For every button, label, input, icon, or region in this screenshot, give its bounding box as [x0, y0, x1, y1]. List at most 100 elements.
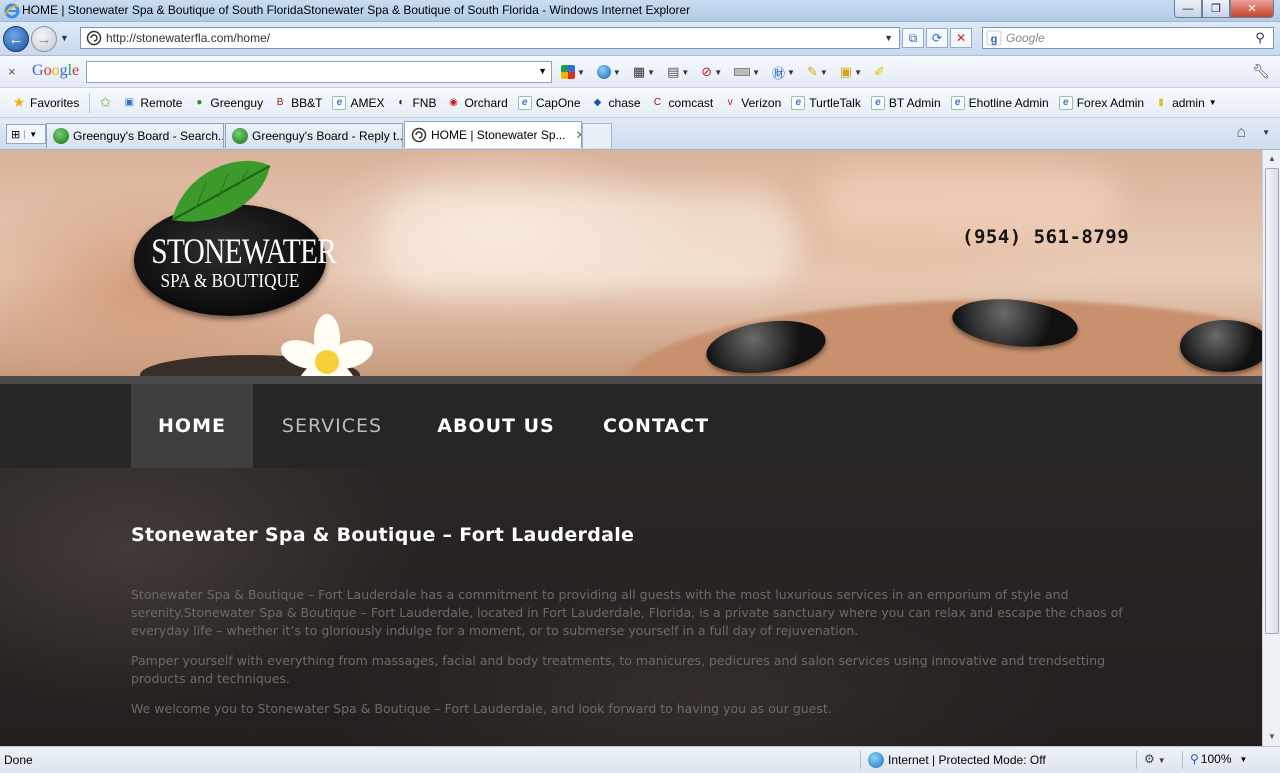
scrollbar-thumb[interactable]: [1265, 168, 1279, 634]
address-toolbar: ← → ▼ http://stonewaterfla.com/home/ ▼ ⧉…: [0, 22, 1280, 56]
google-logo[interactable]: Google: [32, 62, 79, 80]
close-window-button[interactable]: ✕: [1230, 0, 1274, 18]
bookmarks-button[interactable]: ▣ ▼: [837, 61, 865, 83]
forward-arrow-icon: →: [36, 30, 52, 48]
window-title: HOME | Stonewater Spa & Boutique of Sout…: [22, 3, 691, 17]
favorite-link-orchard[interactable]: ◉ Orchard: [442, 96, 513, 110]
wrench-settings-icon[interactable]: 🔧︎: [1252, 63, 1270, 80]
orchard-icon: ◉: [449, 97, 458, 108]
stop-button[interactable]: ✕: [950, 28, 972, 48]
google-search-dropdown-icon[interactable]: ▼: [538, 66, 547, 76]
page-tool-icon: ▤: [667, 64, 680, 79]
ie-page-icon: e: [791, 95, 806, 110]
search-placeholder[interactable]: Google: [1006, 31, 1247, 45]
address-dropdown-icon[interactable]: ▼: [884, 33, 893, 43]
status-text: Done: [4, 753, 33, 767]
address-bar[interactable]: http://stonewaterfla.com/home/ ▼: [80, 27, 900, 49]
ie-page-icon: e: [870, 95, 885, 110]
favorite-link-admin[interactable]: ▮ admin ▼: [1150, 96, 1223, 110]
back-button[interactable]: ←: [3, 26, 29, 52]
favorite-link-greenguy[interactable]: ● Greenguy: [188, 96, 269, 110]
svg-text:g: g: [991, 34, 998, 46]
recent-pages-dropdown[interactable]: ▼: [60, 33, 69, 43]
compatibility-icon: ⧉: [908, 30, 918, 45]
google-search-input[interactable]: ▼: [86, 61, 552, 83]
tab-greenguy-reply[interactable]: Greenguy's Board - Reply t...: [225, 123, 403, 148]
autofill-button[interactable]: ▼: [731, 61, 763, 83]
intro-paragraph: Stonewater Spa & Boutique – Fort Lauderd…: [131, 587, 1123, 638]
grid-tool-button[interactable]: ▦ ▼: [630, 61, 658, 83]
minimize-button[interactable]: —: [1174, 0, 1202, 18]
favorite-link-capone[interactable]: e CapOne: [514, 95, 587, 110]
highlighter-button[interactable]: ✐: [871, 61, 888, 83]
page-icon: [86, 30, 102, 46]
translate-icon: ㊖: [772, 65, 786, 81]
scroll-up-arrow-icon[interactable]: ▲: [1264, 151, 1280, 167]
page-tool-button[interactable]: ▤ ▼: [664, 61, 692, 83]
forward-button[interactable]: →: [31, 26, 57, 52]
comcast-icon: C: [653, 97, 662, 108]
scroll-down-arrow-icon[interactable]: ▼: [1264, 729, 1280, 745]
nav-about-us[interactable]: ABOUT US: [411, 384, 581, 468]
nav-top-stripe: [0, 376, 1262, 384]
tab-list-dropdown-icon[interactable]: ▼: [24, 129, 41, 139]
bbt-icon: B: [276, 97, 284, 108]
tab-greenguy-search[interactable]: Greenguy's Board - Search...: [46, 123, 224, 148]
home-icon[interactable]: ⌂: [1236, 124, 1246, 142]
remote-icon: ▣: [124, 97, 135, 108]
logo-line-1: STONEWATER: [151, 231, 337, 271]
favorite-link-forex-admin[interactable]: e Forex Admin: [1055, 95, 1150, 110]
favorite-link-amex[interactable]: e AMEX: [328, 95, 390, 110]
notes-button[interactable]: ✎ ▼: [804, 61, 831, 83]
search-icon[interactable]: ⚲: [1247, 30, 1273, 46]
bookmark-folder-icon: ▣: [839, 64, 853, 79]
nav-home[interactable]: HOME: [131, 384, 253, 468]
new-tab-button[interactable]: [582, 123, 612, 148]
favorite-link-ehotline-admin[interactable]: e Ehotline Admin: [947, 95, 1055, 110]
url-text[interactable]: http://stonewaterfla.com/home/: [106, 31, 884, 45]
home-dropdown-icon[interactable]: ▼: [1262, 128, 1270, 137]
refresh-button[interactable]: ⟳: [926, 28, 948, 48]
compatibility-view-button[interactable]: ⧉: [902, 28, 924, 48]
vertical-scrollbar[interactable]: ▲ ▼: [1262, 150, 1280, 746]
greenguy-favicon-icon: [232, 128, 248, 144]
ie-logo-icon: [4, 3, 20, 19]
hot-stone-image: [1180, 320, 1262, 372]
folder-dropdown-icon[interactable]: ▼: [1209, 98, 1217, 107]
favorite-link-remote[interactable]: ▣ Remote: [118, 96, 188, 110]
add-to-favorites-button[interactable]: ✩: [94, 94, 118, 110]
greenguy-icon: ●: [196, 97, 203, 108]
security-zone[interactable]: Internet | Protected Mode: Off: [868, 752, 1046, 768]
favorite-link-turtletalk[interactable]: e TurtleTalk: [787, 95, 867, 110]
favorite-link-bb-t[interactable]: B BB&T: [269, 96, 328, 110]
globe-tool-button[interactable]: ▼: [594, 61, 624, 83]
internet-zone-icon: [868, 752, 884, 768]
nav-contact[interactable]: CONTACT: [581, 384, 731, 468]
favorite-link-comcast[interactable]: Ccomcast: [647, 96, 720, 110]
close-toolbar-icon[interactable]: ×: [8, 64, 16, 79]
nav-services[interactable]: SERVICES: [253, 384, 411, 468]
zoom-control[interactable]: ⚲ 100% ▼: [1190, 752, 1247, 766]
tab-stonewater-home[interactable]: HOME | Stonewater Sp... ✕: [404, 121, 582, 148]
zoom-magnifier-icon: ⚲: [1190, 752, 1199, 766]
google-search-button[interactable]: ▼: [558, 61, 588, 83]
title-bar: HOME | Stonewater Spa & Boutique of Sout…: [0, 0, 1280, 22]
quick-tabs-button[interactable]: ⊞ ▼: [6, 124, 46, 144]
favorite-link-fnb[interactable]: ◐ FNB: [390, 96, 442, 110]
search-box[interactable]: g Google ⚲: [982, 27, 1274, 49]
popup-blocker-button[interactable]: ⊘ ▼: [698, 61, 725, 83]
protected-mode-icon[interactable]: ⚙ ▼: [1144, 752, 1166, 766]
hero-banner: STONEWATER SPA & BOUTIQUE (954) 561-8799: [0, 150, 1262, 480]
favorite-link-chase[interactable]: ◆ chase: [587, 96, 647, 110]
phone-number[interactable]: (954) 561-8799: [962, 226, 1129, 248]
translate-button[interactable]: ㊖ ▼: [769, 61, 798, 83]
favorite-link-bt-admin[interactable]: e BT Admin: [867, 95, 947, 110]
stonewater-logo[interactable]: STONEWATER SPA & BOUTIQUE: [134, 160, 337, 316]
zoom-dropdown-icon[interactable]: ▼: [1240, 755, 1248, 764]
page-viewport: STONEWATER SPA & BOUTIQUE (954) 561-8799…: [0, 150, 1262, 746]
add-favorite-icon: ✩: [99, 94, 112, 110]
favorite-link-verizon[interactable]: v Verizon: [719, 96, 787, 110]
favorites-button[interactable]: ★ Favorites: [8, 94, 85, 110]
maximize-button[interactable]: ❐: [1202, 0, 1230, 18]
quick-tabs-icon: ⊞: [11, 128, 21, 141]
